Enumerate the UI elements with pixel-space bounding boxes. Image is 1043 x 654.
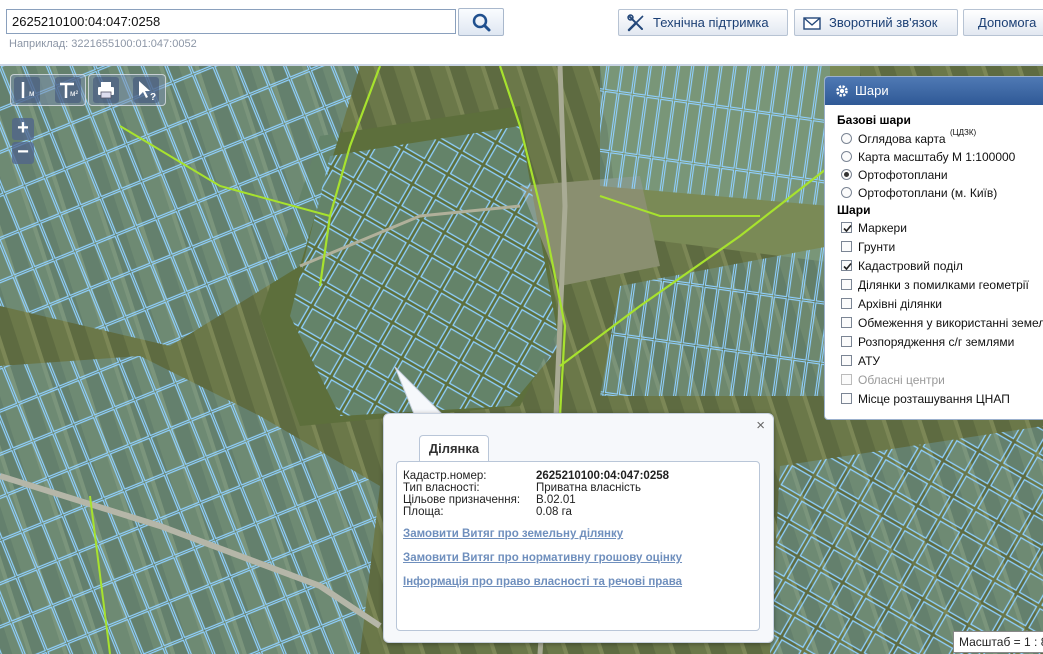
search-hint: Наприклад: 3221655100:01:047:0052: [9, 38, 197, 50]
base-layer-sup: (ЦДЗК): [950, 128, 977, 137]
checkbox[interactable]: [841, 355, 852, 366]
zoom-in-button[interactable]: +: [12, 118, 34, 140]
search-icon: [472, 13, 491, 32]
layer-label: Кадастровий поділ: [858, 259, 963, 273]
layer-label: Місце розташування ЦНАП: [858, 392, 1010, 406]
layer-label: Грунти: [858, 240, 896, 254]
print-info-tools: ?: [88, 74, 166, 106]
cadastral-search-input[interactable]: [6, 9, 456, 34]
popup-close-button[interactable]: ×: [756, 418, 765, 433]
ruler-length-icon: [21, 82, 25, 98]
popup-body: Кадастр.номер: 2625210100:04:047:0258 Тип …: [396, 461, 760, 631]
feedback-button[interactable]: Зворотний зв'язок: [794, 9, 958, 36]
field-value: 0.08 га: [536, 506, 572, 518]
help-label: Допомога: [978, 15, 1037, 30]
top-bar: Наприклад: 3221655100:01:047:0052 Техніч…: [0, 0, 1043, 66]
help-button[interactable]: Допомога: [963, 9, 1043, 36]
base-layer-label: Оглядова карта: [858, 132, 946, 146]
printer-icon: [98, 82, 114, 99]
checkbox[interactable]: [841, 317, 852, 328]
base-layer-label: Карта масштабу М 1:100000: [858, 150, 1016, 164]
radio[interactable]: [841, 133, 852, 144]
tab-parcel[interactable]: Ділянка: [419, 435, 489, 463]
checkbox[interactable]: [841, 298, 852, 309]
checkbox[interactable]: [841, 279, 852, 290]
identify-button[interactable]: ?: [133, 77, 159, 103]
checkbox-checked[interactable]: [841, 260, 852, 271]
base-layer-label: Ортофотоплани (м. Київ): [858, 186, 998, 200]
length-unit: м: [29, 89, 35, 98]
checkmark-icon: [843, 224, 852, 233]
popup-link[interactable]: Замовити Витяг про земельну ділянку: [403, 528, 623, 540]
layer-label: Архівні ділянки: [858, 297, 942, 311]
cursor-question-icon: ?: [139, 81, 156, 103]
base-layer-label: Ортофотоплани: [858, 168, 948, 182]
scale-indicator: Масштаб = 1 : 8: [953, 631, 1043, 653]
print-button[interactable]: [93, 77, 119, 103]
area-unit: м²: [70, 89, 79, 98]
checkbox[interactable]: [841, 241, 852, 252]
layer-label: Ділянки з помилками геометрії: [858, 278, 1029, 292]
checkbox-checked[interactable]: [841, 222, 852, 233]
parcel-popup: × Ділянка Кадастр.номер: 2625210100:04:04…: [383, 413, 774, 643]
checkmark-icon: [843, 262, 852, 271]
map-view[interactable]: м м² ? + − Шари Базові шари Оглядова кар…: [0, 66, 1043, 654]
radio[interactable]: [841, 151, 852, 162]
measure-tools: м м²: [10, 74, 86, 106]
checkbox[interactable]: [841, 336, 852, 347]
measure-length-button[interactable]: м: [14, 77, 40, 103]
base-layers-title: Базові шари: [837, 113, 911, 127]
radio[interactable]: [841, 187, 852, 198]
layers-panel: Шари Базові шари Оглядова карта (ЦДЗК) Кар…: [824, 76, 1043, 420]
measure-area-button[interactable]: м²: [55, 77, 81, 103]
search-button[interactable]: [458, 8, 504, 36]
field-key: Площа:: [403, 506, 444, 518]
tech-support-label: Технічна підтримка: [653, 15, 769, 30]
layers-panel-header[interactable]: Шари: [825, 77, 1043, 105]
checkbox: [841, 374, 852, 385]
feedback-label: Зворотний зв'язок: [829, 15, 938, 30]
tools-icon: [627, 14, 644, 32]
zoom-out-button[interactable]: −: [12, 142, 34, 164]
radio-selected[interactable]: [841, 169, 852, 180]
svg-text:?: ?: [150, 92, 156, 103]
layer-label: Обласні центри: [858, 373, 945, 387]
layer-label: АТУ: [858, 354, 881, 368]
envelope-icon: [803, 17, 821, 30]
gear-icon: [836, 85, 848, 97]
checkbox[interactable]: [841, 393, 852, 404]
popup-link[interactable]: Замовити Витяг про нормативну грошову оц…: [403, 552, 682, 564]
layers-title: Шари: [837, 203, 871, 217]
layer-label: Обмеження у використанні земель: [858, 316, 1043, 330]
popup-link[interactable]: Інформація про право власності та речові…: [403, 576, 682, 588]
layer-label: Маркери: [858, 221, 907, 235]
tech-support-button[interactable]: Технічна підтримка: [618, 9, 788, 36]
popup-pointer: [394, 366, 444, 415]
layer-label: Розпорядження с/г землями: [858, 335, 1015, 349]
layers-panel-title: Шари: [855, 83, 889, 98]
